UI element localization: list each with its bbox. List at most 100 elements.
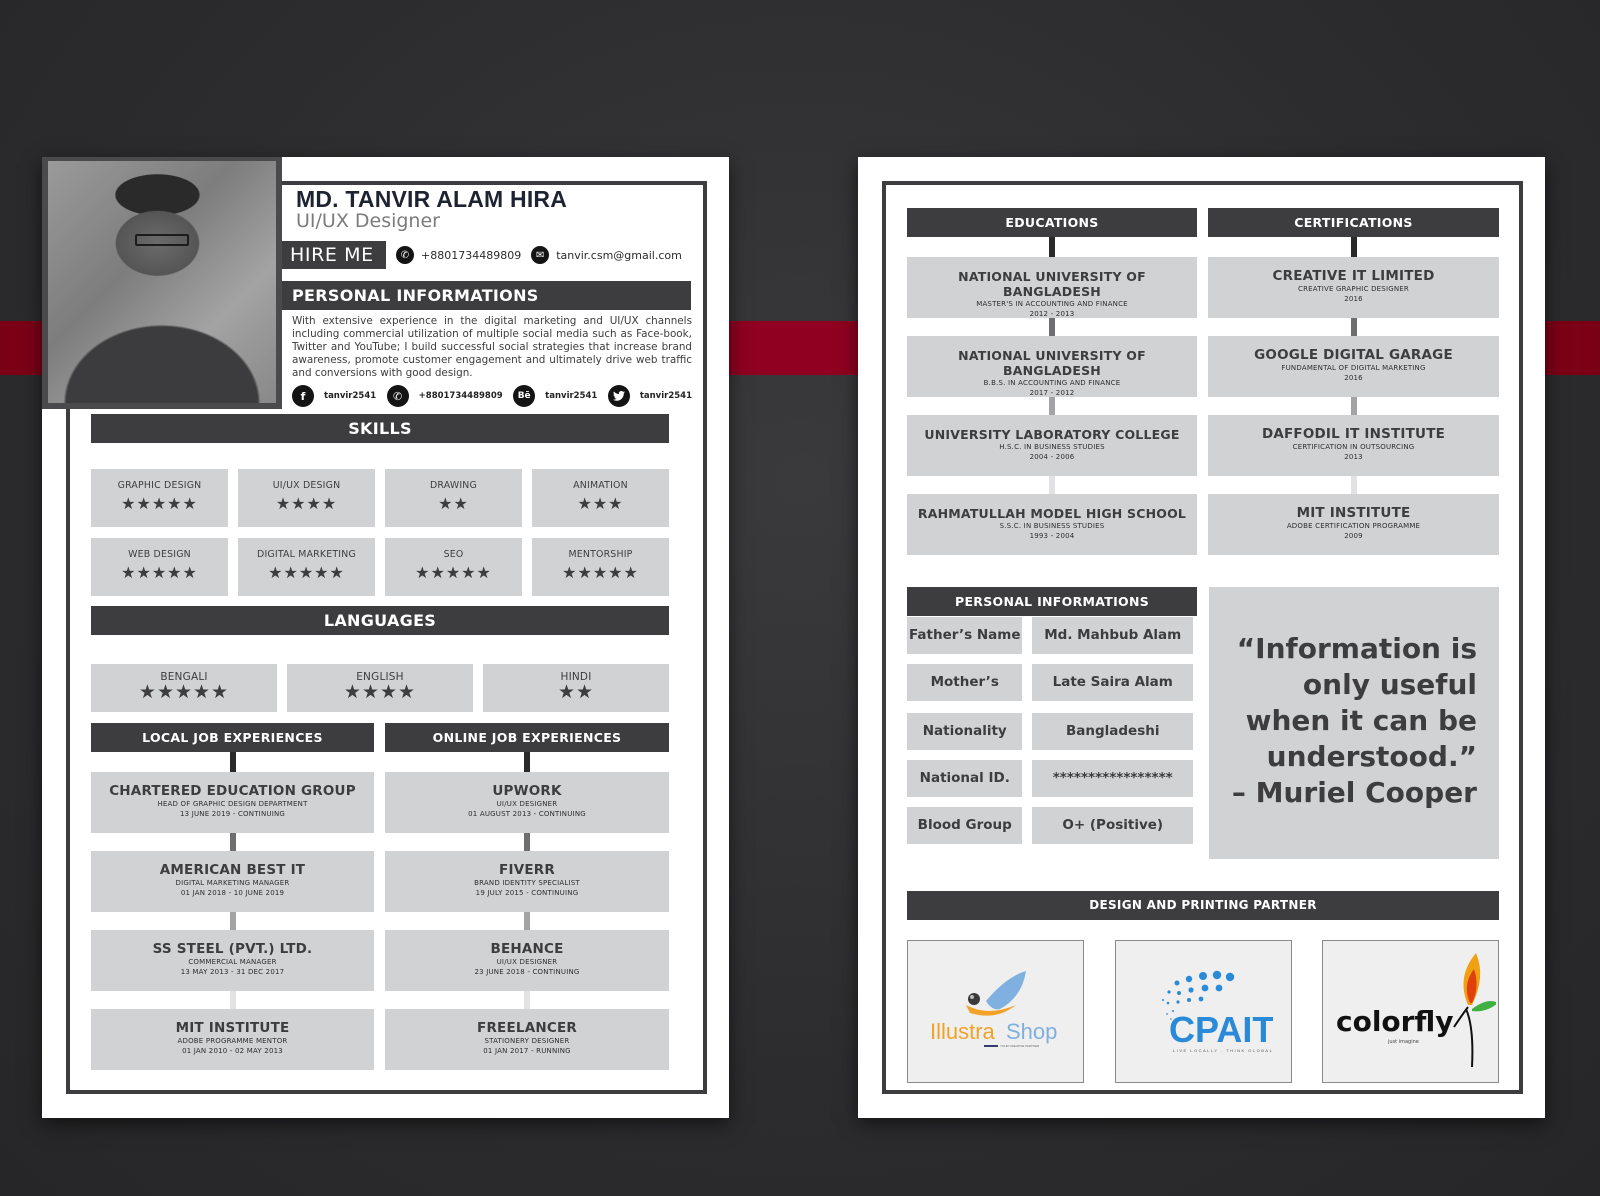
email-address: tanvir.csm@gmail.com xyxy=(556,248,682,262)
education-item: NATIONAL UNIVERSITY OF BANGLADESH B.B.S. … xyxy=(907,336,1197,397)
certification-item: CREATIVE IT LIMITED CREATIVE GRAPHIC DESI… xyxy=(1208,257,1499,318)
certification-year: 2009 xyxy=(1344,532,1363,540)
skill-tile: SEO ★★★★★ xyxy=(385,538,522,596)
social-facebook[interactable]: f tanvir2541 xyxy=(292,385,376,407)
education-school: UNIVERSITY LABORATORY COLLEGE xyxy=(924,427,1180,442)
certifications-heading: CERTIFICATIONS xyxy=(1208,208,1499,237)
info-value: Md. Mahbub Alam xyxy=(1032,617,1193,654)
partner-logo-cpait[interactable]: CPAIT LIVE LOCALLY . THINK GLOBALLY xyxy=(1114,940,1292,1083)
star-rating: ★★★★★ xyxy=(121,563,198,582)
svg-text:colorfly: colorfly xyxy=(1336,1005,1453,1038)
timeline-connector xyxy=(1049,318,1055,336)
job-company: SS STEEL (PVT.) LTD. xyxy=(152,941,313,957)
personal-info-heading: PERSONAL INFORMATIONS xyxy=(278,281,691,310)
colorfly-logo-icon: colorfly just imagine xyxy=(1336,952,1496,1067)
social-behance[interactable]: Bē tanvir2541 xyxy=(513,385,597,407)
job-item: UPWORK UI/UX DESIGNER 01 AUGUST 2013 - CON… xyxy=(385,772,669,833)
language-tile: ENGLISH ★★★★ xyxy=(287,664,473,712)
education-years: 2012 - 2013 xyxy=(1029,310,1075,318)
partner-logo-illustrashop[interactable]: Illustra Shop YOUR CREATIVE PARTNER xyxy=(907,940,1084,1083)
skill-tile: GRAPHIC DESIGN ★★★★★ xyxy=(91,469,228,527)
skill-label: GRAPHIC DESIGN xyxy=(117,480,202,491)
star-rating: ★★★★ xyxy=(275,494,338,513)
certification-org: GOOGLE DIGITAL GARAGE xyxy=(1254,347,1453,363)
education-degree: H.S.C. IN BUSINESS STUDIES xyxy=(999,443,1105,451)
timeline-connector xyxy=(1350,237,1357,257)
job-period: 01 AUGUST 2013 - CONTINUING xyxy=(468,810,586,818)
education-degree: S.S.C. IN BUSINESS STUDIES xyxy=(999,522,1105,530)
info-label: Father’s Name xyxy=(907,617,1023,654)
info-row: Father’s Name Md. Mahbub Alam xyxy=(907,617,1193,654)
local-jobs-timeline: CHARTERED EDUCATION GROUP HEAD OF GRAPHIC… xyxy=(91,752,374,1070)
personal-info-heading: PERSONAL INFORMATIONS xyxy=(907,587,1197,616)
star-rating: ★★ xyxy=(557,681,595,703)
timeline-connector xyxy=(229,833,236,851)
education-item: RAHMATULLAH MODEL HIGH SCHOOL S.S.C. IN B… xyxy=(907,494,1197,555)
language-tile: HINDI ★★ xyxy=(483,664,669,712)
star-rating: ★★★★★ xyxy=(562,563,639,582)
job-item: FREELANCER STATIONERY DESIGNER 01 JAN 2017… xyxy=(385,1009,669,1070)
certification-item: DAFFODIL IT INSTITUTE CERTIFICATION IN OU… xyxy=(1208,415,1499,476)
phone-icon: ✆ xyxy=(396,246,414,264)
educations-timeline: NATIONAL UNIVERSITY OF BANGLADESH MASTER'… xyxy=(907,237,1197,555)
star-rating: ★★★★★ xyxy=(121,494,198,513)
certification-course: CREATIVE GRAPHIC DESIGNER xyxy=(1298,285,1409,293)
partners-heading: DESIGN AND PRINTING PARTNER xyxy=(907,891,1499,920)
skill-tile: DIGITAL MARKETING ★★★★★ xyxy=(238,538,375,596)
job-period: 01 JAN 2018 - 10 JUNE 2019 xyxy=(180,889,285,897)
skill-tile: UI/UX DESIGN ★★★★ xyxy=(238,469,375,527)
education-school: RAHMATULLAH MODEL HIGH SCHOOL xyxy=(917,506,1187,521)
phone-number: +8801734489809 xyxy=(421,248,522,262)
educations-heading: EDUCATIONS xyxy=(907,208,1197,237)
job-company: FIVERR xyxy=(499,862,555,878)
timeline-connector xyxy=(1350,318,1357,336)
certification-course: FUNDAMENTAL OF DIGITAL MARKETING xyxy=(1281,364,1426,372)
social-handle: +8801734489809 xyxy=(418,391,503,401)
job-item: SS STEEL (PVT.) LTD. COMMERCIAL MANAGER 13… xyxy=(91,930,374,991)
twitter-icon xyxy=(607,385,630,407)
job-role: DIGITAL MARKETING MANAGER xyxy=(175,879,290,887)
skill-label: WEB DESIGN xyxy=(128,549,191,560)
job-role: UI/UX DESIGNER xyxy=(496,800,558,808)
partner-logo-colorfly[interactable]: colorfly just imagine xyxy=(1322,940,1499,1083)
cpait-logo-icon: CPAIT LIVE LOCALLY . THINK GLOBALLY xyxy=(1162,970,1273,1053)
languages-heading: LANGUAGES xyxy=(91,606,669,635)
svg-text:CPAIT: CPAIT xyxy=(1169,1009,1273,1050)
phone-contact[interactable]: ✆ +8801734489809 xyxy=(396,246,521,264)
social-handle: tanvir2541 xyxy=(324,391,377,401)
certification-org: CREATIVE IT LIMITED xyxy=(1272,268,1435,284)
job-company: FREELANCER xyxy=(477,1020,577,1036)
job-item: AMERICAN BEST IT DIGITAL MARKETING MANAGE… xyxy=(91,851,374,912)
info-label: Blood Group xyxy=(907,807,1023,844)
info-label: Mother’s Name xyxy=(907,664,1023,727)
email-contact[interactable]: ✉ tanvir.csm@gmail.com xyxy=(531,246,682,264)
skills-grid: GRAPHIC DESIGN ★★★★★ UI/UX DESIGN ★★★★ DRA… xyxy=(91,469,682,596)
social-twitter[interactable]: tanvir2541 xyxy=(607,385,692,407)
quote-text: “Information is only useful when it can … xyxy=(1236,632,1477,773)
job-period: 13 JUNE 2019 - CONTINUING xyxy=(179,810,286,818)
job-company: MIT INSTITUTE xyxy=(175,1020,290,1036)
info-row: Blood Group O+ (Positive) xyxy=(907,807,1193,844)
hire-me-label[interactable]: HIRE ME xyxy=(278,241,386,269)
timeline-connector xyxy=(1049,476,1055,494)
timeline-connector xyxy=(524,912,530,930)
star-rating: ★★★★★ xyxy=(268,563,345,582)
job-company: UPWORK xyxy=(492,783,562,799)
job-period: 01 JAN 2010 - 02 MAY 2013 xyxy=(182,1047,283,1055)
resume-page-front: MD. TANVIR ALAM HIRA UI/UX Designer HIRE… xyxy=(42,157,729,1118)
social-whatsapp[interactable]: ✆ +8801734489809 xyxy=(386,385,503,407)
skill-label: UI/UX DESIGN xyxy=(272,480,341,491)
job-item: MIT INSTITUTE ADOBE PROGRAMME MENTOR 01 JA… xyxy=(91,1009,374,1070)
skill-label: ANIMATION xyxy=(573,480,628,491)
certification-item: MIT INSTITUTE ADOBE CERTIFICATION PROGRAM… xyxy=(1208,494,1499,555)
bio-text: With extensive experience in the digital… xyxy=(292,315,692,379)
svg-text:Shop: Shop xyxy=(1006,1019,1057,1044)
job-period: 23 JUNE 2018 - CONTINUING xyxy=(474,968,580,976)
certification-year: 2013 xyxy=(1344,453,1363,461)
skill-label: DRAWING xyxy=(430,480,477,491)
star-rating: ★★ xyxy=(438,494,469,513)
star-rating: ★★★★★ xyxy=(138,681,230,703)
job-role: HEAD OF GRAPHIC DESIGN DEPARTMENT xyxy=(157,800,308,808)
info-value: ***************** xyxy=(1032,760,1193,797)
resume-header: MD. TANVIR ALAM HIRA UI/UX Designer xyxy=(286,187,726,231)
